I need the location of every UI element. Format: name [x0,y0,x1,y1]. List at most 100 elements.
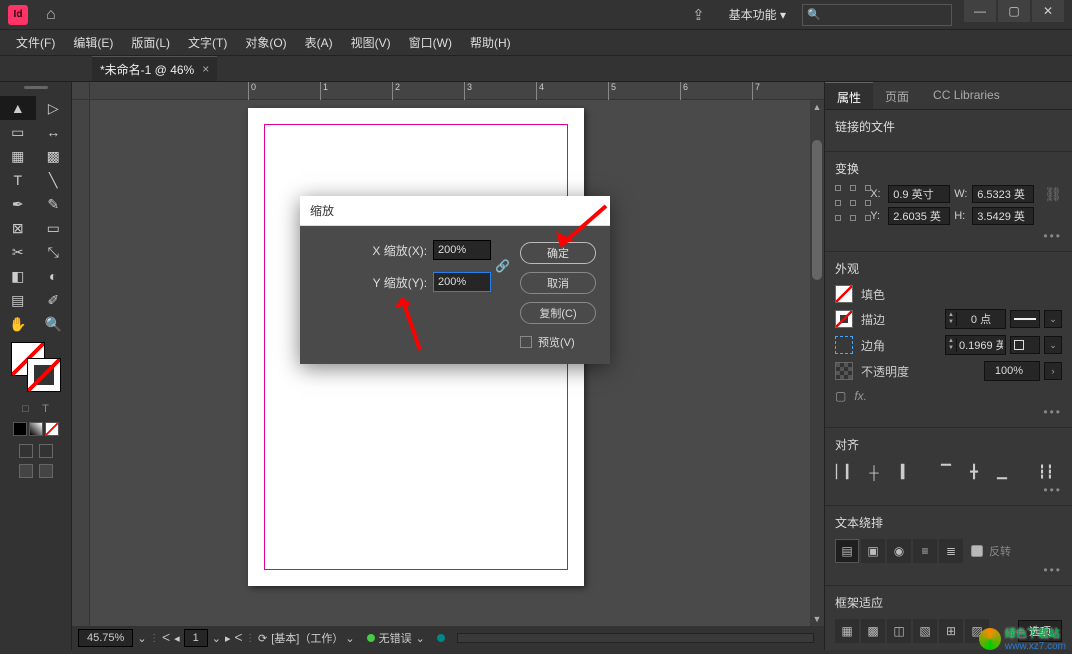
share-icon[interactable]: ⇪ [692,6,705,24]
wrap-none-icon[interactable]: ▤ [835,539,859,563]
normal-mode-icon[interactable] [19,444,33,458]
corner-shape-dropdown[interactable] [1010,336,1040,354]
wrap-more-icon[interactable]: ••• [835,563,1062,577]
h-input[interactable] [972,207,1034,225]
direct-selection-tool-icon[interactable]: ▷ [36,96,72,120]
horizontal-scrollbar[interactable] [457,633,814,643]
align-hcenter-icon[interactable]: ┼ [863,461,885,483]
stroke-swatch-icon[interactable] [835,310,853,328]
stroke-style-chevron-icon[interactable]: ⌄ [1044,310,1062,328]
scale-x-input[interactable] [433,240,491,260]
scroll-thumb[interactable] [812,140,822,280]
align-left-icon[interactable]: ▏▎ [835,461,857,483]
free-transform-tool-icon[interactable]: ⤡ [36,240,72,264]
corner-icon[interactable] [835,336,853,354]
menu-object[interactable]: 对象(O) [237,30,294,55]
master-page-label[interactable]: [基本]（工作） [271,630,343,646]
preview-mode-icon[interactable] [39,444,53,458]
toolbox-grip-icon[interactable] [0,86,71,94]
menu-window[interactable]: 窗口(W) [401,30,460,55]
copy-button[interactable]: 复制(C) [520,302,596,324]
constrain-link-icon[interactable]: 🔗 [495,259,510,273]
home-icon[interactable]: ⌂ [46,6,56,24]
page-next-icon[interactable]: ▸ [225,632,231,645]
ok-button[interactable]: 确定 [520,242,596,264]
content-placer-tool-icon[interactable]: ▩ [36,144,72,168]
zoom-level-field[interactable]: 45.75% [78,629,133,647]
transform-more-icon[interactable]: ••• [835,229,1062,243]
scale-y-input[interactable] [433,272,491,292]
document-tab-close-icon[interactable]: × [202,62,209,76]
vertical-ruler[interactable] [72,100,90,626]
menu-file[interactable]: 文件(F) [8,30,63,55]
menu-text[interactable]: 文字(T) [180,30,235,55]
align-vcenter-icon[interactable]: ╋ [963,461,985,483]
window-close-button[interactable]: ✕ [1032,0,1064,22]
fit-center-icon[interactable]: ⊞ [939,619,963,643]
tab-properties[interactable]: 属性 [825,82,873,109]
gradient-feather-tool-icon[interactable]: ◐ [36,264,72,288]
title-search-input[interactable]: 🔍 [802,4,952,26]
preflight-label[interactable]: 无错误 [379,630,412,646]
tab-pages[interactable]: 页面 [873,82,921,109]
menu-table[interactable]: 表(A) [297,30,341,55]
y-input[interactable] [888,207,950,225]
page-dropdown-icon[interactable]: ⌄ [212,632,221,645]
document-tab[interactable]: *未命名-1 @ 46% × [92,56,217,81]
pencil-tool-icon[interactable]: ✎ [36,192,72,216]
menu-layout[interactable]: 版面(L) [123,30,178,55]
fit-content-icon[interactable]: ▦ [835,619,859,643]
page-number-field[interactable]: 1 [184,629,208,647]
fill-stroke-swatch[interactable] [11,342,61,392]
corner-radius-input[interactable]: ▲▼ [945,335,1006,355]
constrain-proportions-icon[interactable]: ⛓ [1044,186,1062,203]
reflow-icon[interactable]: ⟳ [258,632,267,645]
align-top-icon[interactable]: ▔ [935,461,957,483]
fx-label[interactable]: fx. [854,389,867,403]
opacity-input[interactable] [984,361,1040,381]
cancel-button[interactable]: 取消 [520,272,596,294]
rectangle-frame-tool-icon[interactable]: ⊠ [0,216,36,240]
scissors-tool-icon[interactable]: ✂ [0,240,36,264]
preflight-dropdown-icon[interactable]: ⌄ [416,632,425,645]
gap-tool-icon[interactable]: ↔ [36,120,72,144]
fit-frame-icon[interactable]: ▩ [861,619,885,643]
view-mode-a-icon[interactable] [19,464,33,478]
corner-shape-chevron-icon[interactable]: ⌄ [1044,336,1062,354]
fx-chain-icon[interactable]: ▢ [835,389,846,403]
page-prev-icon[interactable]: ⵦ [162,632,170,645]
wrap-jump-icon[interactable]: ≡ [913,539,937,563]
reference-point-grid[interactable] [835,185,858,221]
align-bottom-icon[interactable]: ▁ [991,461,1013,483]
wrap-invert-checkbox[interactable] [971,545,983,557]
gradient-swatch-tool-icon[interactable]: ◧ [0,264,36,288]
note-tool-icon[interactable]: ▤ [0,288,36,312]
zoom-dropdown-icon[interactable]: ⌄ [137,632,146,645]
view-mode-b-icon[interactable] [39,464,53,478]
vertical-scrollbar[interactable]: ▲ ▼ [810,100,824,626]
master-dropdown-icon[interactable]: ⌄ [345,632,354,645]
preview-check[interactable]: 预览(V) [520,334,596,350]
wrap-bbox-icon[interactable]: ▣ [861,539,885,563]
workspace-switcher[interactable]: 基本功能 ▾ [719,4,796,25]
menu-view[interactable]: 视图(V) [343,30,399,55]
menu-help[interactable]: 帮助(H) [462,30,519,55]
horizontal-ruler[interactable]: 0 1 2 3 4 5 6 7 [90,82,824,100]
menu-edit[interactable]: 编辑(E) [65,30,121,55]
appearance-more-icon[interactable]: ••• [835,405,1062,419]
wrap-shape-icon[interactable]: ◉ [887,539,911,563]
apply-gradient-icon[interactable] [29,422,43,436]
stroke-swatch-icon[interactable] [27,358,61,392]
window-minimize-button[interactable]: — [964,0,996,22]
w-input[interactable] [972,185,1034,203]
tab-cc-libraries[interactable]: CC Libraries [921,82,1012,109]
preview-checkbox[interactable] [520,336,532,348]
distribute-icon[interactable]: ┇┇ [1035,461,1057,483]
apply-color-icon[interactable] [13,422,27,436]
page-next2-icon[interactable]: ⵦ [234,632,242,645]
hand-tool-icon[interactable]: ✋ [0,312,36,336]
page-prev2-icon[interactable]: ◂ [174,632,180,645]
content-collector-tool-icon[interactable]: ▦ [0,144,36,168]
page-tool-icon[interactable]: ▭ [0,120,36,144]
apply-none-icon[interactable] [45,422,59,436]
